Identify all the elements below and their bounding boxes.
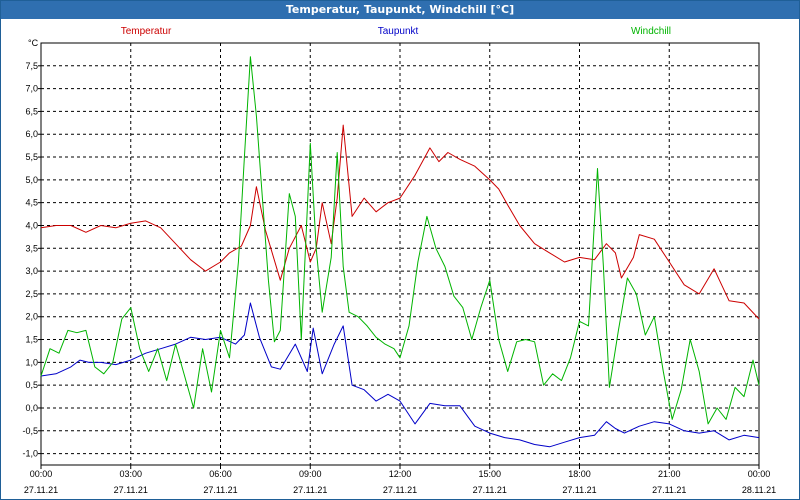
- legend-label-taupunkt: Taupunkt: [378, 26, 419, 37]
- y-tick-label: 0,0: [25, 403, 38, 413]
- y-tick-label: -0,5: [22, 426, 38, 436]
- x-tick-time-label: 09:00: [299, 469, 322, 479]
- legend-label-temperatur: Temperatur: [121, 26, 172, 37]
- x-tick-date-label: 27.11.21: [114, 485, 148, 495]
- x-tick-time-label: 00:00: [748, 469, 771, 479]
- y-tick-label: 5,5: [25, 152, 38, 162]
- y-tick-label: 6,5: [25, 106, 38, 116]
- y-tick-label: 5,0: [25, 175, 38, 185]
- y-tick-label: 4,5: [25, 198, 38, 208]
- x-tick-time-label: 12:00: [389, 469, 412, 479]
- x-tick-time-label: 18:00: [568, 469, 591, 479]
- y-tick-label: 7,0: [25, 84, 38, 94]
- y-tick-label: 2,5: [25, 289, 38, 299]
- y-axis-ticks: -1,0 -0,5 0,0 0,5 1,0 1,5 2,0 2,5 3,0 3,5 4,0 4,5 5,…: [22, 61, 41, 459]
- y-tick-label: 3,0: [25, 266, 38, 276]
- chart-plot: °C -1,0 -0,5 0,0 0,5 1,0 1,5 2,0 2,5 3,0 3,5 4,0 4,…: [22, 26, 776, 495]
- x-tick-date-label: 27.11.21: [203, 485, 237, 495]
- y-tick-label: 6,0: [25, 129, 38, 139]
- y-tick-label: 3,5: [25, 243, 38, 253]
- y-tick-label: 1,0: [25, 357, 38, 367]
- x-tick-date-label: 27.11.21: [652, 485, 686, 495]
- x-tick-time-label: 21:00: [658, 469, 681, 479]
- x-tick-time-label: 06:00: [209, 469, 232, 479]
- legend: Temperatur Taupunkt Windchill: [121, 26, 671, 37]
- x-axis-ticks: 00:00 27.11.21 03:00 27.11.21 06:00 27.11.21 0…: [24, 465, 776, 495]
- x-tick-time-label: 03:00: [119, 469, 142, 479]
- y-axis-unit-label: °C: [28, 38, 39, 48]
- y-tick-label: 0,5: [25, 380, 38, 390]
- x-tick-time-label: 00:00: [30, 469, 53, 479]
- x-tick-date-label: 27.11.21: [293, 485, 327, 495]
- y-tick-label: -1,0: [22, 449, 38, 459]
- legend-label-windchill: Windchill: [631, 26, 671, 37]
- x-tick-time-label: 15:00: [478, 469, 501, 479]
- window-title: Temperatur, Taupunkt, Windchill [°C]: [1, 1, 799, 19]
- x-tick-date-label: 27.11.21: [24, 485, 58, 495]
- y-tick-label: 4,0: [25, 220, 38, 230]
- x-tick-date-label: 27.11.21: [473, 485, 507, 495]
- x-tick-date-label: 27.11.21: [383, 485, 417, 495]
- chart-window: Temperatur, Taupunkt, Windchill [°C] °C …: [0, 0, 800, 500]
- y-tick-label: 2,0: [25, 312, 38, 322]
- y-tick-label: 7,5: [25, 61, 38, 71]
- x-tick-date-label: 28.11.21: [742, 485, 776, 495]
- x-tick-date-label: 27.11.21: [562, 485, 596, 495]
- y-tick-label: 1,5: [25, 335, 38, 345]
